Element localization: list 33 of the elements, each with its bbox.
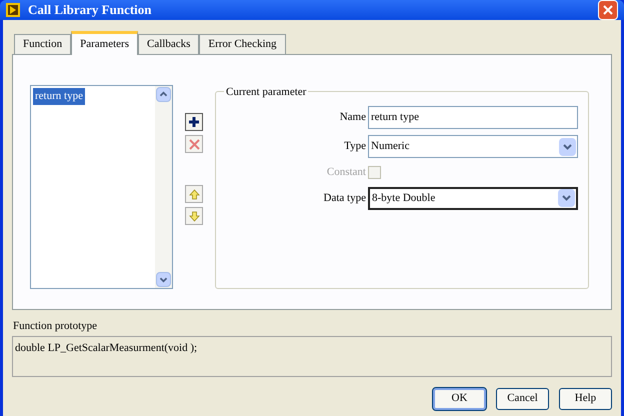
add-parameter-button[interactable] xyxy=(185,113,203,131)
dropdown[interactable]: 8-byte Double xyxy=(368,186,578,210)
window-title: Call Library Function xyxy=(28,1,153,20)
tab[interactable]: Function xyxy=(14,34,72,54)
parameter-list-item[interactable]: return type xyxy=(33,88,85,104)
scrollbar[interactable] xyxy=(155,86,172,288)
scroll-down-icon[interactable] xyxy=(156,272,171,287)
tab[interactable]: Parameters xyxy=(71,31,138,55)
field-label: Name xyxy=(338,110,366,126)
down-arrow-icon xyxy=(188,210,200,222)
move-down-button[interactable] xyxy=(185,207,203,225)
up-arrow-icon xyxy=(188,188,200,200)
move-up-button[interactable] xyxy=(185,185,203,203)
tab[interactable]: Callbacks xyxy=(138,34,200,54)
dialog-button[interactable]: Cancel xyxy=(496,388,549,410)
plus-icon xyxy=(188,116,200,128)
dropdown[interactable]: Numeric xyxy=(368,135,578,158)
close-icon xyxy=(603,5,613,15)
scroll-up-icon[interactable] xyxy=(156,87,171,102)
tab[interactable]: Error Checking xyxy=(199,34,286,54)
dialog-button[interactable]: OK xyxy=(433,388,486,410)
delete-icon xyxy=(188,138,200,150)
dialog-button[interactable]: Help xyxy=(559,388,612,410)
field-label: Constant xyxy=(326,165,366,180)
prototype-field: double LP_GetScalarMeasurment(void ); xyxy=(12,336,612,376)
close-button[interactable] xyxy=(598,0,618,20)
dropdown-value: 8-byte Double xyxy=(372,190,436,206)
field-label: Data type xyxy=(322,190,366,206)
prototype-label: Function prototype xyxy=(13,319,98,334)
dropdown-value: Numeric xyxy=(371,139,410,154)
name-field[interactable]: return type xyxy=(368,106,578,129)
app-icon xyxy=(6,3,20,17)
field-label: Type xyxy=(343,139,366,154)
